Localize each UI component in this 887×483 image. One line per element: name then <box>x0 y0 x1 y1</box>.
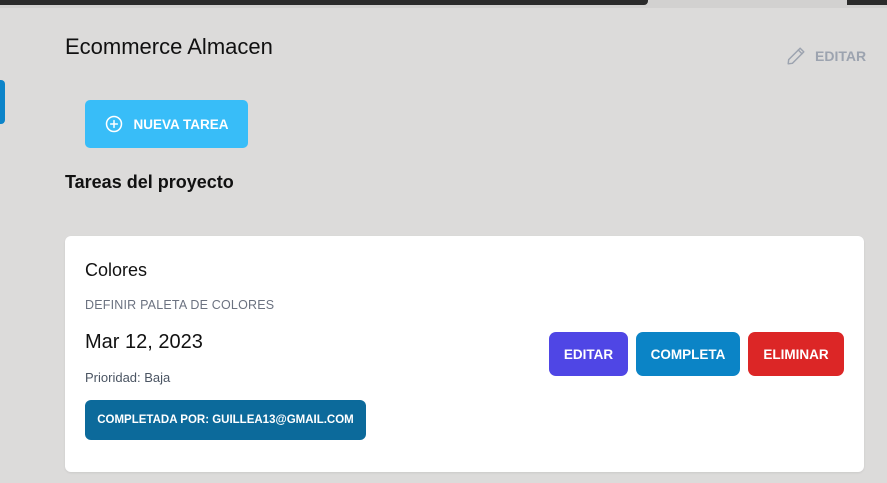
complete-task-button[interactable]: COMPLETA <box>636 332 740 376</box>
delete-task-button[interactable]: ELIMINAR <box>748 332 844 376</box>
edit-project-button[interactable]: EDITAR <box>785 45 866 67</box>
tasks-section-title: Tareas del proyecto <box>65 172 234 192</box>
new-task-label: NUEVA TAREA <box>133 116 229 132</box>
task-name: Colores <box>85 260 148 280</box>
top-dark-bar-right <box>847 0 887 5</box>
plus-circle-icon <box>104 114 124 134</box>
pencil-icon <box>785 45 807 67</box>
edit-project-label: EDITAR <box>815 48 867 64</box>
top-dark-bar <box>0 0 648 5</box>
task-description: DEFINIR PALETA DE COLORES <box>85 298 275 312</box>
new-task-button[interactable]: NUEVA TAREA <box>85 100 248 148</box>
browser-top-strip <box>0 0 887 8</box>
project-title: Ecommerce Almacen <box>65 34 273 59</box>
task-priority: Prioridad: Baja <box>85 370 171 385</box>
task-date: Mar 12, 2023 <box>85 331 203 353</box>
sidebar-active-indicator[interactable] <box>0 80 5 124</box>
task-card: Colores DEFINIR PALETA DE COLORES Mar 12… <box>65 236 864 472</box>
edit-task-button[interactable]: EDITAR <box>549 332 628 376</box>
completed-by-badge[interactable]: COMPLETADA POR: GUILLEA13@GMAIL.COM <box>85 400 366 440</box>
